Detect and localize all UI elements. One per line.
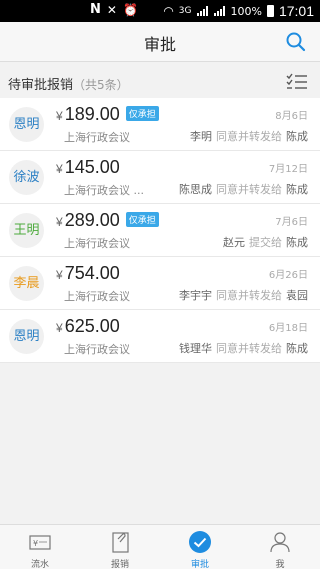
amount: ¥289.00 仅承担 <box>56 210 159 231</box>
tab-label: 报销 <box>110 560 129 569</box>
section-title: 待审批报销 <box>8 78 74 93</box>
avatar: 徐波 <box>9 160 44 195</box>
approve-check-icon <box>189 531 211 553</box>
tab-label: 审批 <box>190 560 209 569</box>
avatar: 恩明 <box>9 319 44 354</box>
dept-label: 上海行政会议 <box>64 290 130 303</box>
mute-icon: ✕ <box>106 2 117 17</box>
reimburse-icon <box>112 532 129 553</box>
n-icon: N <box>90 2 101 17</box>
dept-label: 上海行政会议 ... <box>64 184 144 197</box>
wifi-icon: ◠ <box>163 4 174 18</box>
clock: 17:01 <box>278 3 314 19</box>
date-label: 8月6日 <box>275 111 308 122</box>
date-label: 7月12日 <box>268 164 308 175</box>
flow-info: 李宇宇 同意并转发给 袁园 <box>179 289 308 302</box>
signal-icon-2 <box>213 6 226 16</box>
filter-list-icon[interactable] <box>286 72 308 92</box>
svg-text:¥: ¥ <box>33 539 38 548</box>
cash-flow-icon: ¥ <box>29 535 51 550</box>
amount: ¥625.00 <box>56 316 120 336</box>
dept-label: 上海行政会议 <box>64 343 130 356</box>
app-header: 审批 <box>0 22 320 62</box>
avatar: 王明 <box>9 213 44 248</box>
battery-icon <box>266 5 274 17</box>
list-item[interactable]: 王明 ¥289.00 仅承担 上海行政会议 7月6日 赵元 提交给 陈成 <box>0 204 320 257</box>
date-label: 6月18日 <box>268 323 308 334</box>
status-badge: 仅承担 <box>125 106 159 121</box>
section-header: 待审批报销（共5条） <box>0 66 320 98</box>
tab-me[interactable]: 我 <box>240 525 320 569</box>
avatar: 恩明 <box>9 107 44 142</box>
status-notifications: N ✕ ⏰ <box>90 2 138 17</box>
tab-cash-flow[interactable]: ¥ 流水 <box>0 525 80 569</box>
date-label: 6月26日 <box>268 270 308 281</box>
avatar: 李晨 <box>9 266 44 301</box>
dept-label: 上海行政会议 <box>64 237 130 250</box>
network-type: 3G <box>178 6 192 16</box>
tab-reimburse[interactable]: 报销 <box>80 525 160 569</box>
date-label: 7月6日 <box>275 217 308 228</box>
page-title: 审批 <box>143 35 176 54</box>
search-icon[interactable] <box>284 30 308 54</box>
signal-icon <box>196 6 209 16</box>
status-bar: N ✕ ⏰ ◠ 3G 100% 17:01 <box>0 0 320 22</box>
list-item[interactable]: 恩明 ¥189.00 仅承担 上海行政会议 8月6日 李明 同意并转发给 陈成 <box>0 98 320 151</box>
flow-info: 陈思成 同意并转发给 陈成 <box>179 183 308 196</box>
flow-info: 赵元 提交给 陈成 <box>223 236 308 249</box>
flow-info: 李明 同意并转发给 陈成 <box>190 130 308 143</box>
status-badge: 仅承担 <box>125 212 159 227</box>
tab-approve[interactable]: 审批 <box>160 525 240 569</box>
bottom-tab-bar: ¥ 流水 报销 审批 我 <box>0 524 320 569</box>
list-item[interactable]: 李晨 ¥754.00 上海行政会议 6月26日 李宇宇 同意并转发给 袁园 <box>0 257 320 310</box>
list-item[interactable]: 徐波 ¥145.00 上海行政会议 ... 7月12日 陈思成 同意并转发给 陈成 <box>0 151 320 204</box>
alarm-icon: ⏰ <box>122 2 138 17</box>
profile-icon <box>270 532 290 553</box>
amount: ¥189.00 仅承担 <box>56 104 159 125</box>
dept-label: 上海行政会议 <box>64 131 130 144</box>
tab-label: 流水 <box>30 560 49 569</box>
battery-percent: 100% <box>230 4 262 18</box>
approval-list: 恩明 ¥189.00 仅承担 上海行政会议 8月6日 李明 同意并转发给 陈成 徐波 … <box>0 98 320 363</box>
flow-info: 钱理华 同意并转发给 陈成 <box>179 342 308 355</box>
section-count: （共5条） <box>73 78 129 92</box>
amount: ¥145.00 <box>56 157 120 177</box>
list-item[interactable]: 恩明 ¥625.00 上海行政会议 6月18日 钱理华 同意并转发给 陈成 <box>0 310 320 363</box>
amount: ¥754.00 <box>56 263 120 283</box>
tab-label: 我 <box>275 560 285 569</box>
